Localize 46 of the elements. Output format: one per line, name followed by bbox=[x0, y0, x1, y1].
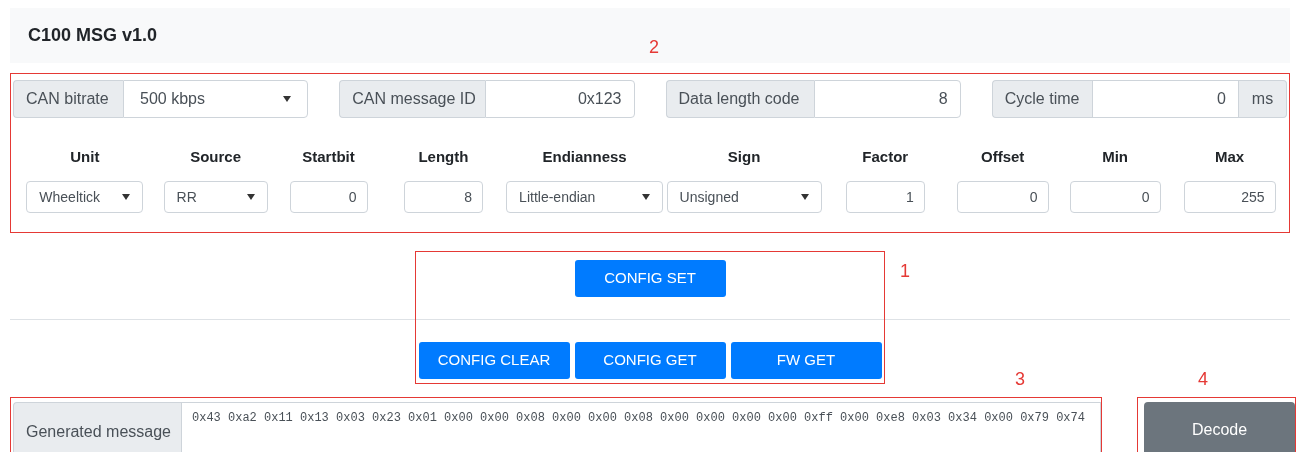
input-field[interactable]: 0 bbox=[956, 181, 1049, 213]
annotation-number: 3 bbox=[1015, 370, 1025, 388]
caret-icon bbox=[246, 194, 255, 200]
input-field[interactable]: 8 bbox=[813, 80, 961, 118]
input-field[interactable]: 8 bbox=[403, 181, 483, 213]
annotation-number: 4 bbox=[1198, 370, 1208, 388]
field-label: CAN message ID bbox=[339, 80, 486, 118]
column-header: Max bbox=[1214, 147, 1245, 166]
dropdown[interactable]: RR bbox=[163, 181, 268, 213]
field-label: Generated message bbox=[13, 402, 181, 452]
input-field[interactable]: 0 bbox=[1091, 80, 1239, 118]
caret-icon bbox=[122, 194, 131, 200]
input-field[interactable]: 1 bbox=[845, 181, 925, 213]
input-field[interactable]: 0 bbox=[1069, 181, 1161, 213]
column-header: Min bbox=[1102, 147, 1128, 166]
dropdown[interactable]: Unsigned bbox=[666, 181, 822, 213]
annotation-number: 2 bbox=[649, 38, 659, 56]
caret-icon bbox=[283, 96, 292, 102]
column-header: Source bbox=[190, 147, 241, 166]
field-label: Data length code bbox=[665, 80, 814, 118]
config-set-button[interactable]: CONFIG SET bbox=[574, 260, 726, 297]
column-header: Offset bbox=[981, 147, 1025, 166]
config-button[interactable]: CONFIG CLEAR bbox=[418, 342, 570, 379]
input-field[interactable]: 0 bbox=[289, 181, 368, 213]
column-header: Sign bbox=[727, 147, 761, 166]
message-field[interactable]: 0x43 0xa2 0x11 0x13 0x03 0x23 0x01 0x00 0x00 0x08 0x00 0x00 0x08 0x00 0x00 0x00 0x00 0xff 0x00 0xe8 0x03 0x34 0x00 0x79 0x74 bbox=[181, 402, 1101, 452]
caret-icon bbox=[800, 194, 809, 200]
app-title: C100 MSG v1.0 bbox=[28, 24, 158, 47]
field-label: Cycle time bbox=[991, 80, 1092, 118]
column-header: Length bbox=[418, 147, 469, 166]
config-button[interactable]: CONFIG GET bbox=[574, 342, 726, 379]
caret-icon bbox=[642, 194, 651, 200]
bitrate-select[interactable]: 500 kbps bbox=[123, 80, 309, 118]
dropdown[interactable]: Wheeltick bbox=[26, 181, 144, 213]
annotation-number: 1 bbox=[900, 262, 910, 280]
decode-button[interactable]: Decode bbox=[1144, 402, 1295, 452]
column-header: Factor bbox=[862, 147, 909, 166]
input-field[interactable]: 255 bbox=[1183, 181, 1276, 213]
column-header: Endianness bbox=[542, 147, 627, 166]
input-field[interactable]: 0x123 bbox=[485, 80, 635, 118]
dropdown[interactable]: Little-endian bbox=[506, 181, 664, 213]
config-button[interactable]: FW GET bbox=[730, 342, 882, 379]
column-header: Startbit bbox=[302, 147, 355, 166]
field-label: CAN bitrate bbox=[13, 80, 123, 118]
column-header: Unit bbox=[70, 147, 100, 166]
unit-label: ms bbox=[1239, 80, 1287, 118]
